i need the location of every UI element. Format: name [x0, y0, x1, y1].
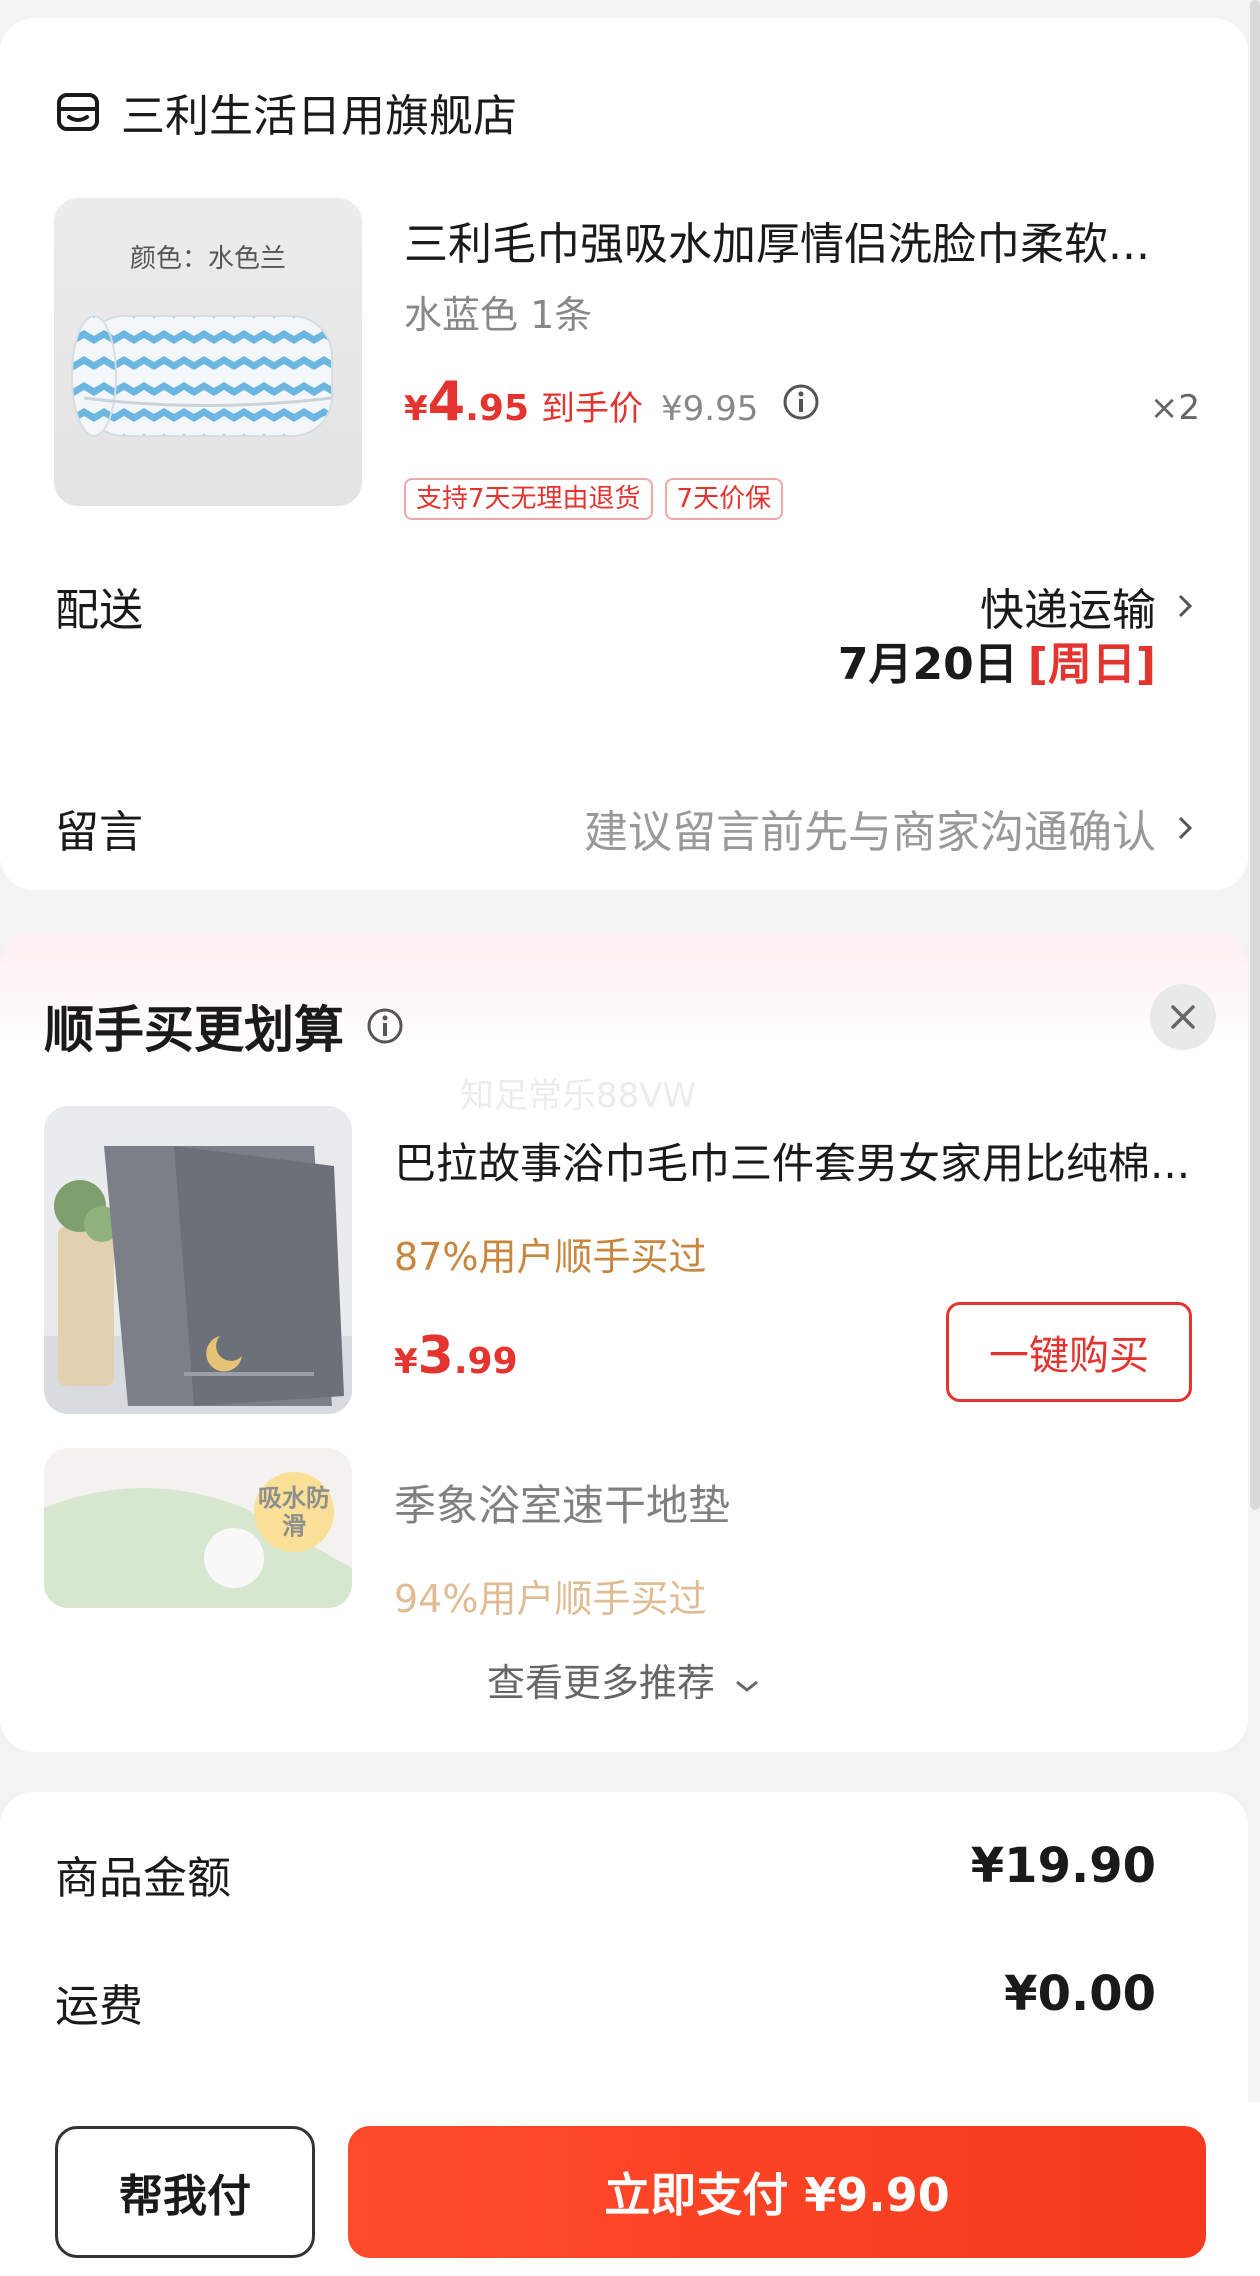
- chevron-right-icon: [1178, 816, 1193, 840]
- quantity: ×2: [1149, 388, 1200, 428]
- price-label: 到手价: [541, 389, 644, 429]
- price-symbol: ¥: [404, 389, 428, 429]
- store-header[interactable]: 三利生活日用旗舰店: [55, 80, 517, 144]
- recommend-item-name: 巴拉故事浴巾毛巾三件套男女家用比纯棉...: [394, 1139, 1191, 1188]
- price-symbol: ¥: [394, 1342, 418, 1382]
- delivery-date: 7月20日: [837, 639, 1018, 690]
- help-me-pay-button[interactable]: 帮我付: [55, 2126, 315, 2258]
- price-decimal: .99: [453, 1341, 518, 1382]
- pay-now-button[interactable]: 立即支付 ¥9.90: [348, 2126, 1206, 2258]
- info-icon[interactable]: [782, 383, 820, 421]
- recommend-title: 顺手买更划算: [44, 1001, 344, 1059]
- product-title[interactable]: 三利毛巾强吸水加厚情侣洗脸巾柔软...: [404, 208, 1204, 272]
- tag-price-protect: 7天价保: [664, 478, 784, 520]
- chevron-right-icon: [1178, 594, 1193, 618]
- shipping-label: 运费: [55, 1981, 143, 2032]
- tag-return: 支持7天无理由退货: [404, 478, 653, 520]
- store-order-card: 三利生活日用旗舰店 颜色：水色兰 三利毛巾强吸水加厚情侣洗脸巾柔软... 水蓝色…: [0, 18, 1248, 890]
- product-price-row: ¥ 4 .95 到手价 ¥9.95: [404, 370, 820, 433]
- chevron-down-icon: [736, 1680, 758, 1692]
- delivery-weekday: [周日]: [1027, 639, 1156, 690]
- recommend-item-image[interactable]: 吸水防滑: [44, 1448, 352, 1608]
- recommend-item-bought-rate: 94%用户顺手买过: [394, 1577, 707, 1621]
- recommend-item-price: ¥ 3 .99: [394, 1326, 518, 1386]
- message-placeholder: 建议留言前先与商家沟通确认: [584, 807, 1156, 858]
- recommend-title-row: 顺手买更划算: [44, 990, 404, 1062]
- product-variant: 水蓝色 1条: [404, 293, 593, 337]
- page-scrollbar[interactable]: [1250, 0, 1260, 1510]
- message-field[interactable]: 建议留言前先与商家沟通确认: [584, 796, 1200, 860]
- recommend-item-bought-rate: 87%用户顺手买过: [394, 1235, 707, 1279]
- recommend-card: 顺手买更划算 知足常乐88VW 巴拉故事浴巾毛巾三件套男女家用比纯棉... 87…: [0, 932, 1248, 1752]
- delivery-date-line: 7月20日 [周日]: [838, 628, 1156, 692]
- price-integer: 3: [417, 1326, 454, 1386]
- service-tags: 支持7天无理由退货 7天价保: [404, 478, 784, 520]
- price-integer: 4: [427, 370, 466, 433]
- info-icon[interactable]: [366, 1007, 404, 1045]
- close-button[interactable]: [1150, 984, 1216, 1050]
- recommend-item[interactable]: 巴拉故事浴巾毛巾三件套男女家用比纯棉... 87%用户顺手买过 ¥ 3 .99 …: [44, 1106, 1214, 1416]
- goods-amount-value: ¥19.90: [970, 1838, 1156, 1894]
- original-price: ¥9.95: [661, 389, 759, 429]
- recommend-item-image[interactable]: [44, 1106, 352, 1414]
- store-name: 三利生活日用旗舰店: [121, 91, 517, 142]
- delivery-label: 配送: [55, 585, 143, 636]
- bath-towel-image: [44, 1106, 352, 1414]
- absorb-antislip-badge: 吸水防滑: [254, 1472, 334, 1552]
- bottom-action-bar: 帮我付 立即支付 ¥9.90: [0, 2102, 1260, 2276]
- one-click-buy-button[interactable]: 一键购买: [946, 1302, 1192, 1402]
- view-more-recommendations[interactable]: 查看更多推荐: [0, 1652, 1248, 1707]
- store-icon: [57, 93, 99, 131]
- recommend-item-name: 季象浴室速干地垫: [394, 1481, 731, 1530]
- recommend-item[interactable]: 吸水防滑 季象浴室速干地垫 94%用户顺手买过: [44, 1448, 1214, 1621]
- towel-image: [71, 315, 333, 437]
- view-more-label: 查看更多推荐: [486, 1661, 715, 1705]
- product-thumbnail[interactable]: 颜色：水色兰: [54, 198, 362, 506]
- close-icon: [1171, 1005, 1195, 1029]
- price-decimal: .95: [465, 388, 530, 429]
- shipping-value: ¥0.00: [1004, 1966, 1156, 2022]
- message-label: 留言: [55, 807, 143, 858]
- goods-amount-label: 商品金额: [55, 1853, 231, 1904]
